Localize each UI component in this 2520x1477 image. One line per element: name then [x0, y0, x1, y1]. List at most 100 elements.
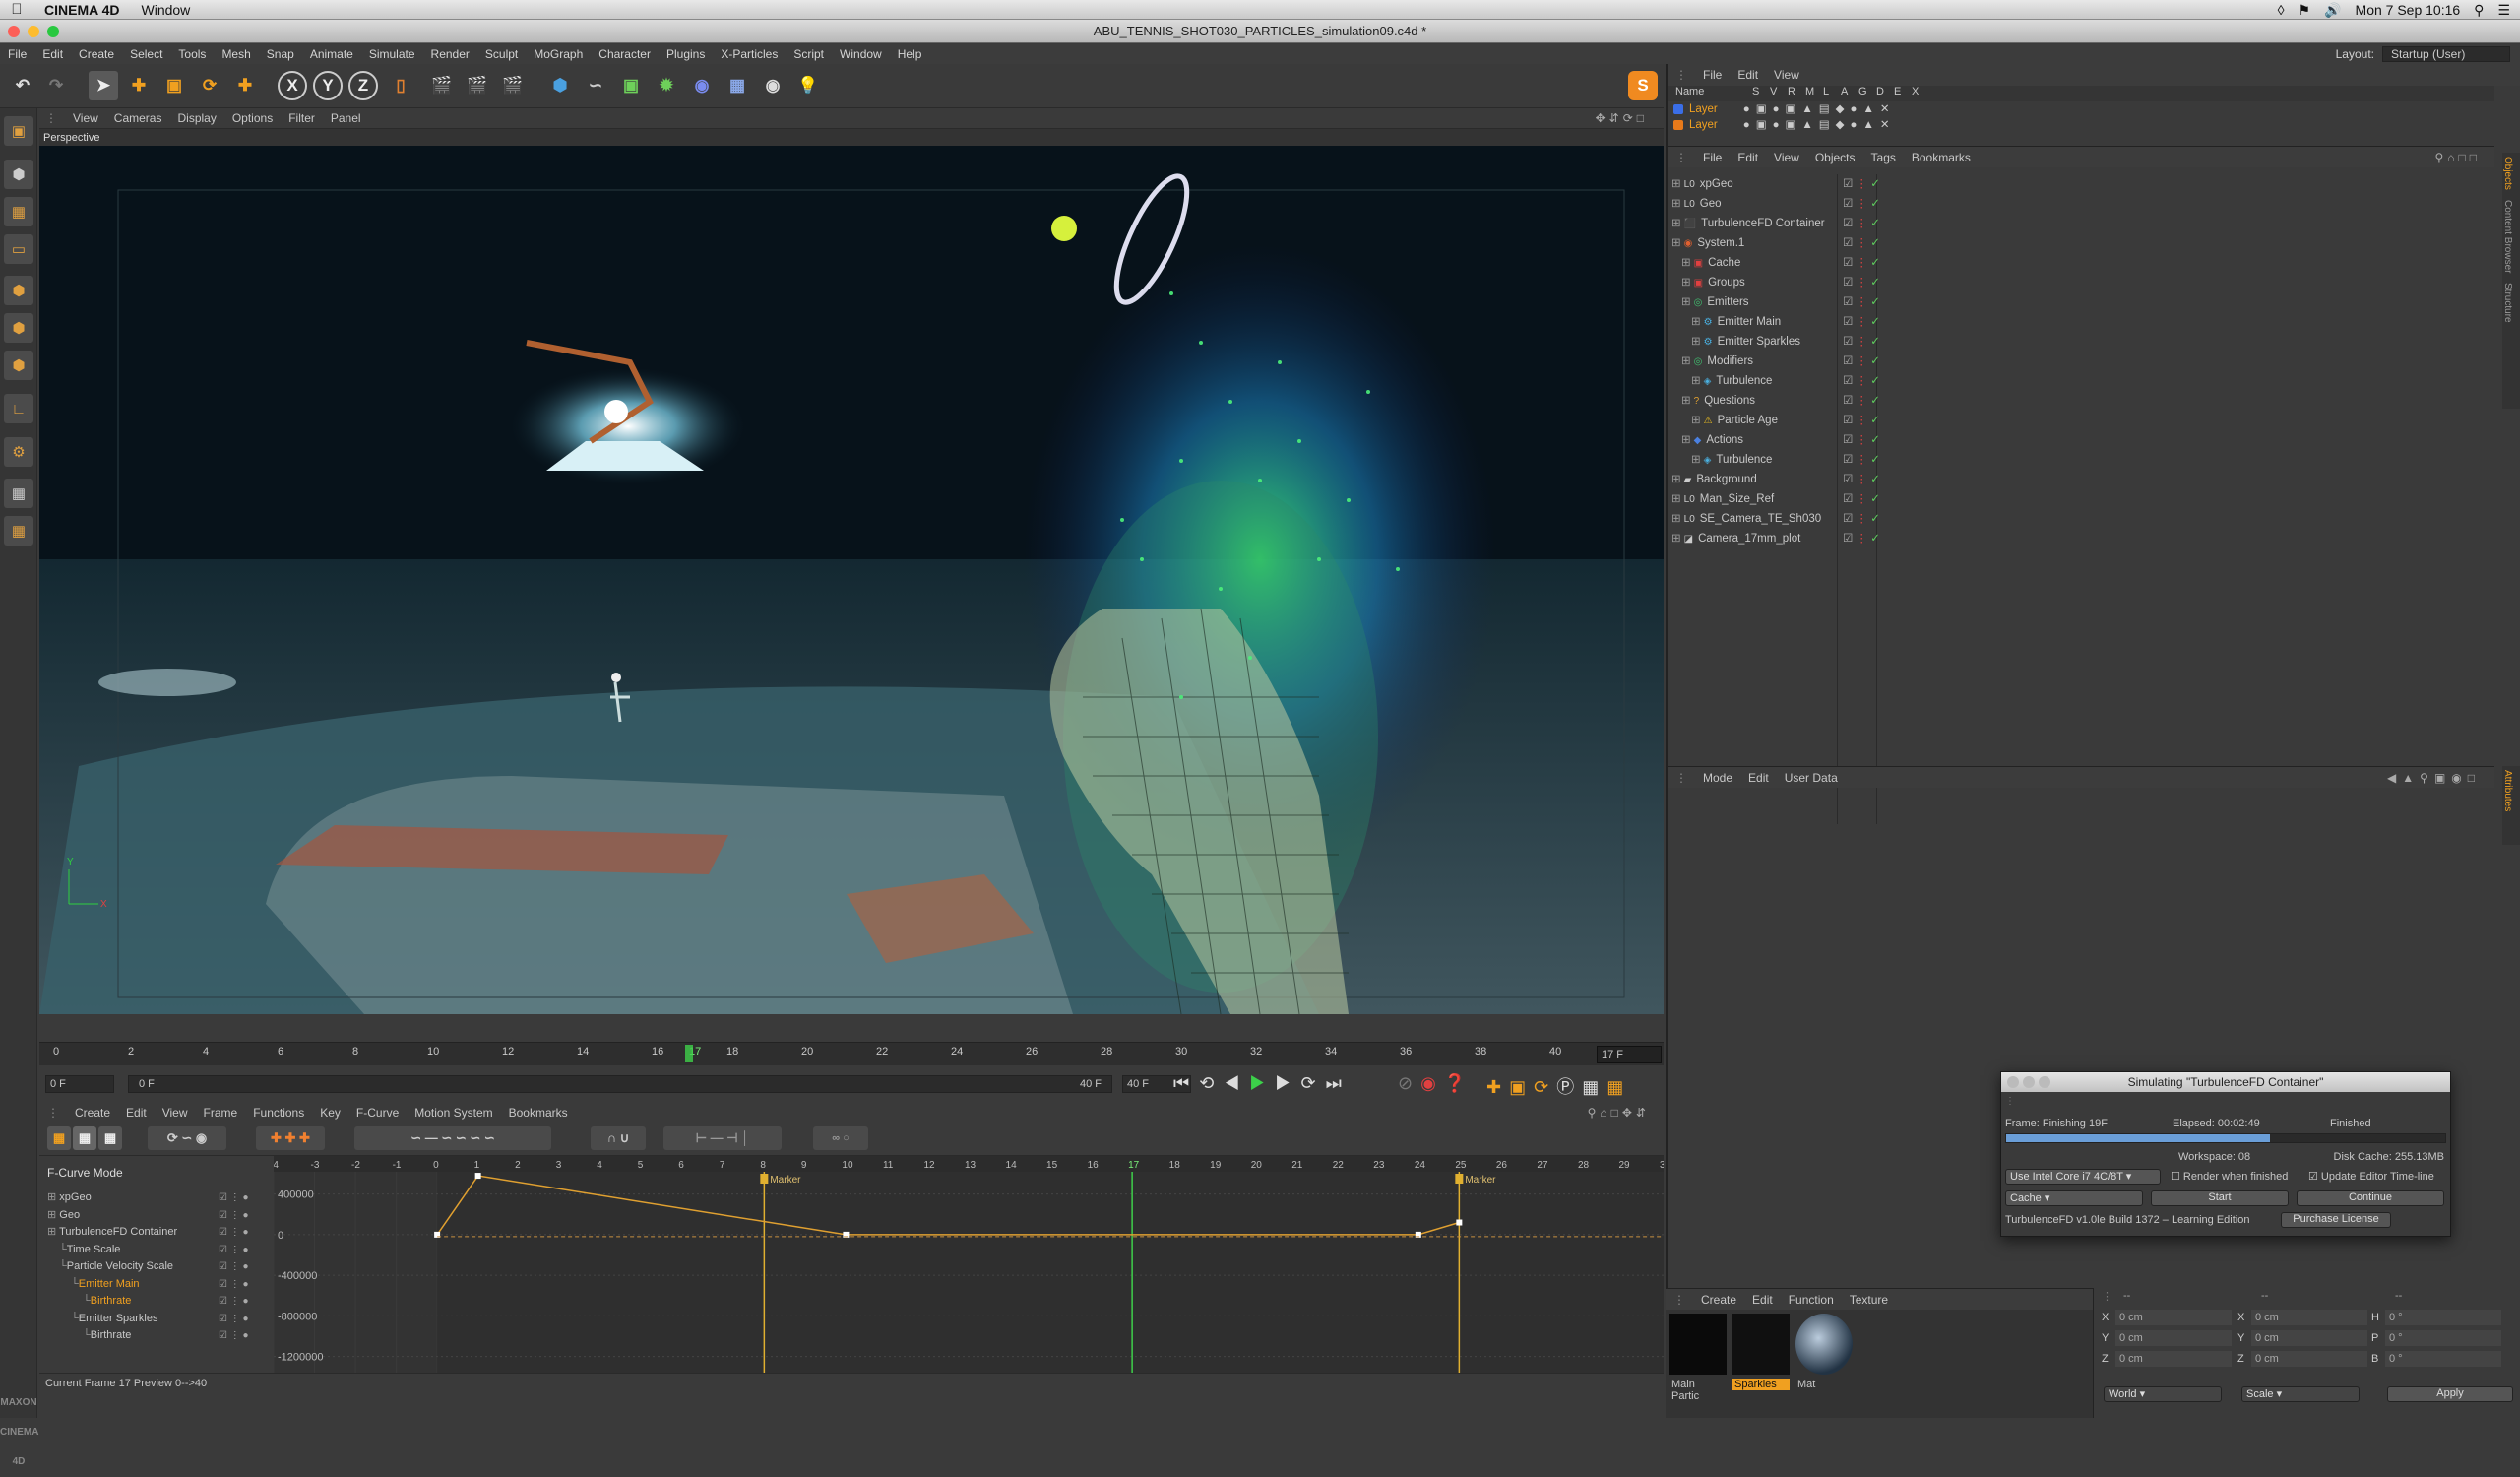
expand-icon[interactable]: ⊞ [1681, 296, 1691, 308]
expand-icon[interactable]: ⊞ [1671, 533, 1681, 545]
menu-plugins[interactable]: Plugins [659, 47, 713, 61]
coord-value-field[interactable]: 0 cm [2115, 1351, 2232, 1367]
menu-mesh[interactable]: Mesh [214, 47, 258, 61]
layer-color-swatch[interactable] [1673, 103, 1683, 114]
start-frame-field[interactable]: 0 F [45, 1075, 114, 1093]
texture-mode-icon[interactable]: ▦ [4, 197, 33, 226]
object-visibility-flags[interactable]: ☑ ⋮ ✓ [1843, 371, 1880, 391]
fcurve-track-flags[interactable]: ☑ ⋮ ● [219, 1296, 249, 1307]
autokey-icon[interactable]: ❓ [1444, 1073, 1474, 1093]
menu-file[interactable]: File [0, 47, 34, 61]
key-scale-icon[interactable]: ▣ [1509, 1077, 1534, 1097]
fcurve-tree-item[interactable]: └Emitter Sparkles [71, 1311, 158, 1327]
coord-value-field[interactable]: 0 cm [2115, 1310, 2232, 1325]
menu-character[interactable]: Character [591, 47, 659, 61]
material-swatch[interactable] [1796, 1314, 1853, 1375]
sim-minimize-button[interactable] [2023, 1076, 2035, 1088]
fcurve-menu-functions[interactable]: Functions [245, 1106, 312, 1120]
timeline-ruler[interactable]: 0 2 4 6 8 10 12 14 16 17 18 20 22 24 26 28 30 32 34 36 38 40 … [39, 1042, 1664, 1065]
datetime[interactable]: Mon 7 Sep 10:16 [2356, 2, 2461, 18]
floor-icon[interactable]: ▦ [723, 71, 752, 100]
expand-icon[interactable]: ⊞ [1681, 434, 1691, 446]
marker-flag-icon[interactable] [760, 1174, 769, 1184]
expand-icon[interactable]: ⊞ [47, 1191, 59, 1203]
nurbs-icon[interactable]: ▣ [616, 71, 646, 100]
object-row[interactable]: ⊞ ▣ Cache [1681, 253, 1740, 273]
expand-icon[interactable]: ⊞ [1671, 237, 1681, 249]
objects-menu-tags[interactable]: Tags [1863, 151, 1904, 164]
undo-icon[interactable]: ↶ [8, 71, 37, 100]
object-row[interactable]: ⊞ ▰ Background [1671, 470, 1757, 489]
viewport-menu-panel[interactable]: Panel [325, 111, 367, 125]
sim-cpu-dropdown[interactable]: Use Intel Core i7 4C/8T ▾ [2005, 1169, 2161, 1185]
axis-y-button[interactable]: Y [313, 71, 343, 100]
object-visibility-flags[interactable]: ☑ ⋮ ✓ [1843, 489, 1880, 509]
fcurve-track-flags[interactable]: ☑ ⋮ ● [219, 1279, 249, 1290]
render-picture-viewer-icon[interactable]: 🎬 [463, 71, 492, 100]
coord-value-field[interactable]: 0 cm [2251, 1351, 2367, 1367]
menu-mograph[interactable]: MoGraph [526, 47, 591, 61]
dopesheet-icon[interactable]: ▦ [47, 1126, 71, 1150]
materials-menu-edit[interactable]: Edit [1744, 1293, 1781, 1307]
viewport-menu-cameras[interactable]: Cameras [108, 111, 168, 125]
fcurve-tree-item[interactable]: └Particle Velocity Scale [59, 1258, 173, 1275]
move-tool-icon[interactable]: ✚ [124, 71, 154, 100]
object-visibility-flags[interactable]: ☑ ⋮ ✓ [1843, 430, 1880, 450]
add-tool-icon[interactable]: ✚ [230, 71, 260, 100]
attributes-menu-edit[interactable]: Edit [1740, 771, 1777, 785]
coord-value-field[interactable]: 0 cm [2115, 1330, 2232, 1346]
expand-icon[interactable]: ⊞ [1691, 415, 1701, 426]
flag-icon[interactable]: ⚑ [2299, 2, 2311, 19]
object-visibility-flags[interactable]: ☑ ⋮ ✓ [1843, 411, 1880, 430]
menu-simulate[interactable]: Simulate [361, 47, 423, 61]
menu-tools[interactable]: Tools [170, 47, 214, 61]
object-row[interactable]: ⊞ ⬛ TurbulenceFD Container [1671, 214, 1825, 233]
array-icon[interactable]: ✹ [652, 71, 681, 100]
objects-menu-file[interactable]: File [1695, 151, 1730, 164]
expand-icon[interactable]: ⊞ [1681, 277, 1691, 289]
apple-icon[interactable]:  [0, 1, 33, 18]
make-editable-icon[interactable]: ▣ [4, 116, 33, 146]
select-tool-icon[interactable]: ➤ [89, 71, 118, 100]
object-visibility-flags[interactable]: ☑ ⋮ ✓ [1843, 312, 1880, 332]
axis-z-button[interactable]: Z [348, 71, 378, 100]
expand-icon[interactable]: ⊞ [1681, 395, 1691, 407]
render-view-icon[interactable]: 🎬 [427, 71, 457, 100]
key-tools-icon[interactable]: ⟳ ∽ ◉ [148, 1126, 226, 1150]
fcurve-menu-view[interactable]: View [155, 1106, 196, 1120]
fcurve-tree-item[interactable]: └Birthrate [83, 1327, 131, 1344]
side-tab-attributes[interactable]: Attributes [2502, 766, 2513, 811]
fcurve-track-flags[interactable]: ☑ ⋮ ● [219, 1330, 249, 1341]
fcurve-track-flags[interactable]: ☑ ⋮ ● [219, 1227, 249, 1238]
object-visibility-flags[interactable]: ☑ ⋮ ✓ [1843, 292, 1880, 312]
object-row[interactable]: ⊞ ◎ Modifiers [1681, 352, 1753, 371]
expand-icon[interactable]: ⊞ [1671, 218, 1681, 229]
world-dropdown[interactable]: World ▾ [2104, 1386, 2222, 1402]
object-visibility-flags[interactable]: ☑ ⋮ ✓ [1843, 233, 1880, 253]
sim-start-button[interactable]: Start [2151, 1190, 2289, 1206]
object-row[interactable]: ⊞ L0 Man_Size_Ref [1671, 489, 1774, 509]
snap-icon[interactable]: ▦ [4, 479, 33, 508]
close-window-button[interactable] [8, 26, 20, 37]
sim-purchase-button[interactable]: Purchase License [2281, 1212, 2391, 1228]
locked-workplane-icon[interactable]: ▦ [4, 516, 33, 546]
fcurve-menu-frame[interactable]: Frame [196, 1106, 246, 1120]
menu-script[interactable]: Script [786, 47, 832, 61]
spotlight-icon[interactable]: ⚲ [2474, 2, 2484, 19]
add-keys-icon[interactable]: ✚ ✚ ✚ [256, 1126, 325, 1150]
menu-render[interactable]: Render [423, 47, 477, 61]
sculpt-logo-icon[interactable]: S [1628, 71, 1658, 100]
spline-icon[interactable]: ∽ [581, 71, 610, 100]
layers-menu-file[interactable]: File [1695, 68, 1730, 82]
expand-icon[interactable]: ⊞ [1691, 316, 1701, 328]
fcurve-track-flags[interactable]: ☑ ⋮ ● [219, 1192, 249, 1203]
fcurve-track-flags[interactable]: ☑ ⋮ ● [219, 1314, 249, 1324]
layers-menu-edit[interactable]: Edit [1730, 68, 1766, 82]
edges-mode-icon[interactable]: ⬢ [4, 313, 33, 343]
objects-menu-bookmarks[interactable]: Bookmarks [1904, 151, 1979, 164]
object-visibility-flags[interactable]: ☑ ⋮ ✓ [1843, 450, 1880, 470]
marker-flag-icon[interactable] [1455, 1174, 1464, 1184]
coord-value-field[interactable]: 0 cm [2251, 1330, 2367, 1346]
next-frame-icon[interactable]: ▶ [1275, 1073, 1300, 1093]
menu-xparticles[interactable]: X-Particles [713, 47, 786, 61]
